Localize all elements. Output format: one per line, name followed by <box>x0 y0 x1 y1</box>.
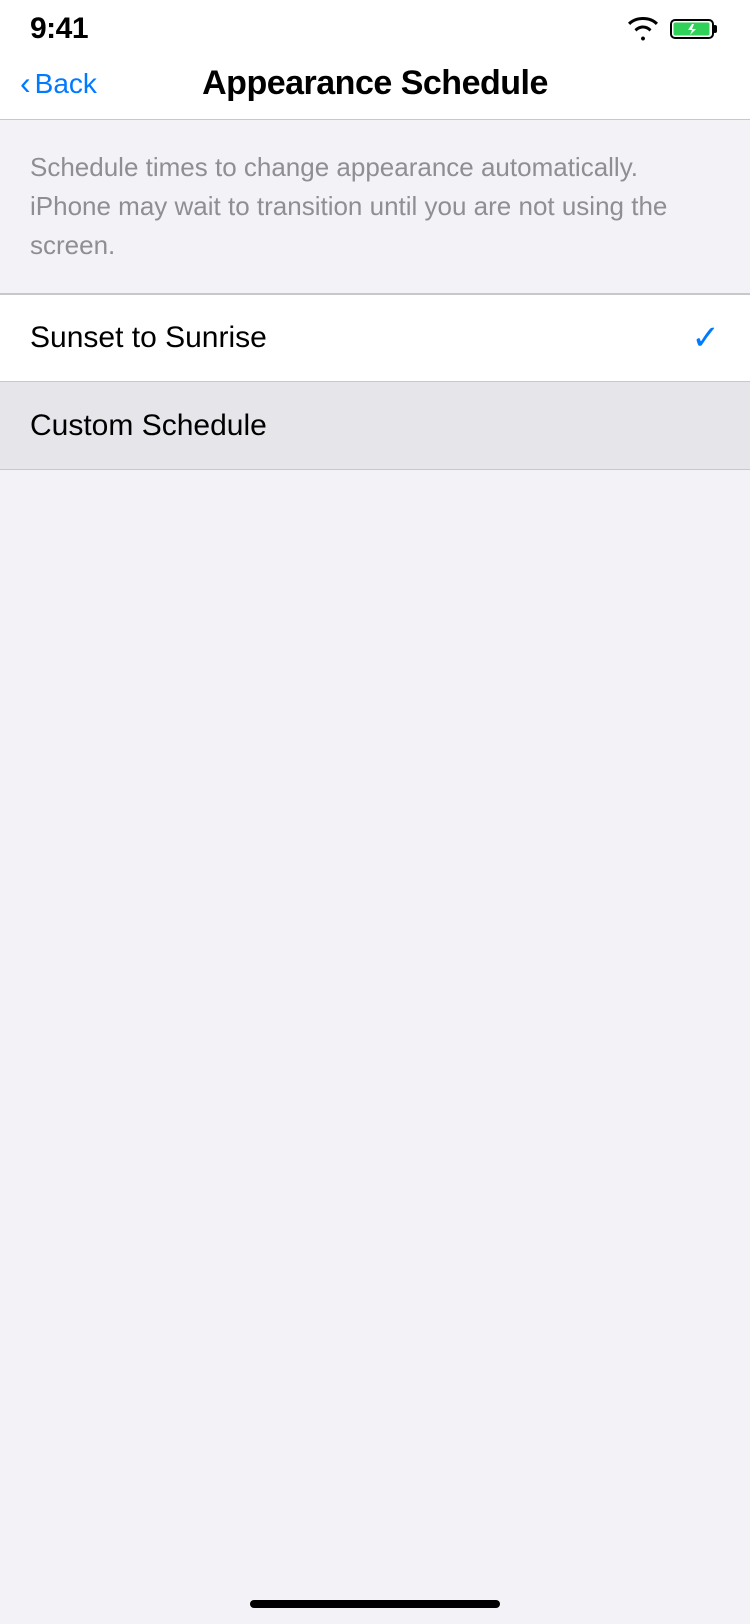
description-section: Schedule times to change appearance auto… <box>0 120 750 294</box>
battery-icon <box>670 16 720 42</box>
wifi-icon <box>626 16 660 42</box>
description-text: Schedule times to change appearance auto… <box>30 148 720 265</box>
page-title: Appearance Schedule <box>202 64 548 103</box>
nav-bar: ‹ Back Appearance Schedule <box>0 54 750 120</box>
content: Schedule times to change appearance auto… <box>0 120 750 470</box>
list-item-sunset-to-sunrise[interactable]: Sunset to Sunrise ✓ <box>0 294 750 382</box>
list-section: Sunset to Sunrise ✓ Custom Schedule <box>0 294 750 470</box>
back-label: Back <box>35 68 97 100</box>
status-time: 9:41 <box>30 12 88 46</box>
checkmark-icon: ✓ <box>692 318 721 358</box>
list-item-custom-schedule[interactable]: Custom Schedule <box>0 382 750 470</box>
custom-schedule-label: Custom Schedule <box>30 409 267 443</box>
back-chevron-icon: ‹ <box>20 67 31 99</box>
sunset-to-sunrise-label: Sunset to Sunrise <box>30 321 267 355</box>
back-button[interactable]: ‹ Back <box>20 68 97 100</box>
status-bar: 9:41 <box>0 0 750 54</box>
status-icons <box>626 16 720 42</box>
home-indicator <box>250 1600 500 1608</box>
